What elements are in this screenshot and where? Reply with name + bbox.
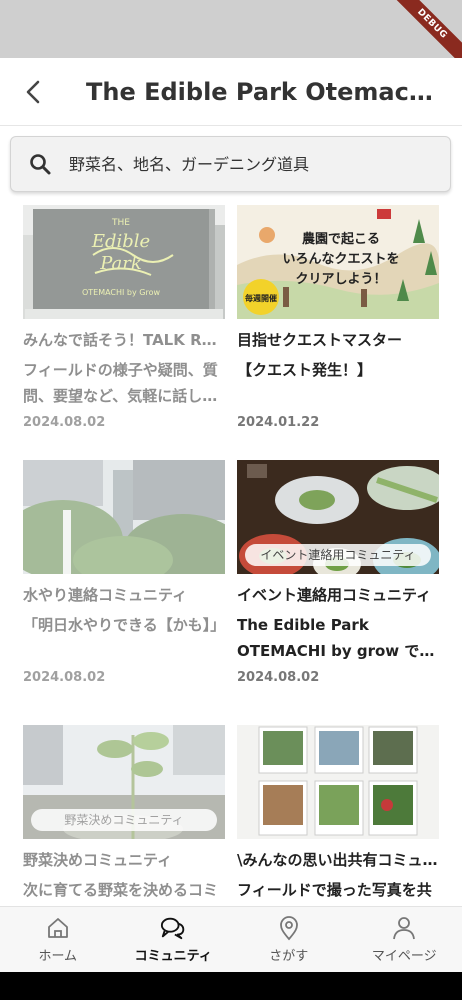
nav-search[interactable]: さがす (231, 907, 347, 972)
card-date: 2024.08.02 (237, 670, 320, 685)
card-description: The Edible Park OTEMACHI by grow でのイベント (237, 616, 435, 660)
card-thumbnail: 野菜決めコミュニティ (23, 725, 225, 839)
sign-text-edible: Edible (91, 231, 150, 252)
card-thumbnail (237, 725, 439, 839)
community-card[interactable]: 野菜決めコミュニティ 野菜決めコミュニティ 次に育てる野菜を決めるコミュニティ (23, 725, 225, 935)
nav-label: コミュニティ (134, 949, 212, 964)
debug-ribbon: DEBUG (383, 0, 462, 58)
community-card[interactable]: THE Edible Park OTEMACHI by Grow みんなで話そう… (23, 205, 225, 430)
nav-label: マイページ (371, 949, 437, 964)
card-thumbnail: THE Edible Park OTEMACHI by Grow (23, 205, 225, 319)
status-bar: DEBUG (0, 0, 462, 58)
card-thumbnail (23, 460, 225, 574)
quest-banner-line2: いろんなクエストを (282, 252, 399, 267)
sign-text-park: Park (99, 253, 142, 274)
person-icon (391, 915, 417, 941)
bottom-navigation: ホーム コミュニティ さがす マイページ (0, 906, 462, 972)
sign-text-otemachi: OTEMACHI by Grow (82, 288, 161, 297)
card-thumbnail: 農園で起こる いろんなクエストを クリアしよう！ 毎週開催 (237, 205, 439, 319)
card-thumbnail: イベント連絡用コミュニティ (237, 460, 439, 574)
quest-banner-line3: クリアしよう！ (295, 272, 386, 287)
nav-mypage[interactable]: マイページ (347, 907, 462, 972)
weekly-badge: 毎週開催 (245, 293, 277, 303)
sign-text-the: THE (111, 218, 130, 228)
card-title: \みんなの思い出共有コミュニティ (237, 851, 439, 869)
chevron-left-icon (26, 80, 40, 104)
community-card[interactable]: 水やり連絡コミュニティ 「明日水やりできる【かも】」 2024.08.02 (23, 460, 225, 685)
system-navigation-bar (0, 972, 462, 1000)
card-description: 「明日水やりできる【かも】」 (23, 616, 225, 634)
search-bar[interactable] (10, 136, 451, 192)
app-bar: The Edible Park Otemachi by grow (0, 58, 462, 126)
card-thumbnail-label: 野菜決めコミュニティ (31, 809, 217, 831)
nav-community[interactable]: コミュニティ (116, 907, 232, 972)
card-title: イベント連絡用コミュニティ (237, 586, 432, 604)
nav-label: さがす (269, 949, 309, 964)
card-thumbnail-label: イベント連絡用コミュニティ (245, 544, 431, 566)
home-icon (45, 915, 71, 941)
community-card[interactable]: イベント連絡用コミュニティ イベント連絡用コミュニティ The Edible P… (237, 460, 439, 685)
card-date: 2024.08.02 (23, 415, 106, 430)
card-title: 目指せクエストマスター (237, 331, 403, 349)
search-input[interactable] (69, 154, 450, 174)
page-title: The Edible Park Otemachi by grow (86, 78, 446, 106)
community-card[interactable]: 農園で起こる いろんなクエストを クリアしよう！ 毎週開催 目指せクエストマスタ… (237, 205, 439, 430)
card-title: みんなで話そう！TALK ROOM (23, 331, 225, 349)
search-icon (27, 151, 53, 177)
card-description: フィールドの様子や疑問、質問、要望など、気軽に話しましょう (23, 361, 218, 405)
card-title: 水やり連絡コミュニティ (23, 586, 188, 604)
card-date: 2024.01.22 (237, 415, 320, 430)
card-title: 野菜決めコミュニティ (23, 851, 173, 869)
card-date: 2024.08.02 (23, 670, 106, 685)
quest-banner-line1: 農園で起こる (302, 231, 380, 247)
card-description: 【クエスト発生！】 (237, 361, 373, 379)
community-card[interactable]: \みんなの思い出共有コミュニティ フィールドで撮った写真を共有しよう (237, 725, 439, 935)
nav-home[interactable]: ホーム (0, 907, 116, 972)
location-pin-icon (276, 915, 302, 941)
nav-label: ホーム (38, 949, 78, 964)
back-button[interactable] (14, 72, 54, 112)
community-icon (160, 915, 186, 941)
